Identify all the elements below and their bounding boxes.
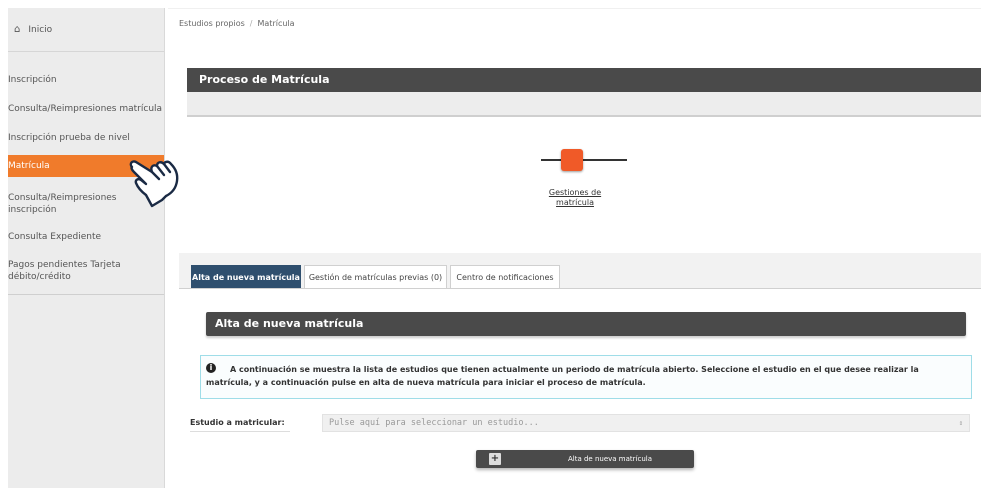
sidebar-item-label: Inscripción: [8, 75, 57, 85]
sidebar-item-label: Consulta/Reimpresiones matrícula: [8, 104, 163, 114]
select-placeholder: Pulse aquí para seleccionar un estudio..…: [329, 418, 539, 428]
plus-icon: +: [489, 453, 501, 465]
sidebar-item-inicio[interactable]: ⌂ Inicio: [8, 8, 164, 52]
process-panel-header: Proceso de Matrícula: [187, 68, 981, 92]
sidebar: ⌂ Inicio Inscripción Consulta/Reimpresio…: [8, 8, 165, 488]
select-arrows-icon: ⇕: [958, 419, 963, 427]
breadcrumb-current: Matrícula: [257, 19, 295, 28]
button-label: Alta de nueva matrícula: [568, 455, 652, 463]
sidebar-item-label: Pagos pendientes Tarjeta débito/crédito: [8, 260, 121, 282]
sidebar-item-inscripcion[interactable]: Inscripción: [8, 74, 164, 86]
sidebar-item-label: Inscripción prueba de nivel: [8, 133, 130, 143]
tab-centro-notificaciones[interactable]: Centro de notificaciones: [450, 265, 560, 290]
breadcrumb-link-estudios[interactable]: Estudios propios: [179, 19, 245, 28]
estudio-select[interactable]: Pulse aquí para seleccionar un estudio..…: [322, 414, 970, 432]
breadcrumb-separator: /: [249, 19, 253, 28]
sidebar-item-pagos-pendientes[interactable]: Pagos pendientes Tarjeta débito/crédito: [8, 259, 128, 283]
sidebar-item-consulta-matricula[interactable]: Consulta/Reimpresiones matrícula: [8, 103, 164, 115]
info-alert: i A continuación se muestra la lista de …: [200, 355, 972, 399]
step-label-gestiones[interactable]: Gestiones de matrícula: [532, 188, 618, 208]
sidebar-item-label: Inicio: [28, 24, 53, 35]
sidebar-item-label: Consulta/Reimpresiones inscripción: [8, 193, 117, 215]
info-text: A continuación se muestra la lista de es…: [206, 365, 919, 387]
page-title: Proceso de Matrícula: [199, 73, 330, 86]
home-icon: ⌂: [14, 24, 21, 35]
breadcrumb: Estudios propios / Matrícula: [179, 19, 295, 28]
top-divider: [168, 8, 981, 9]
sidebar-item-consulta-expediente[interactable]: Consulta Expediente: [8, 231, 164, 243]
form-title: Alta de nueva matrícula: [215, 317, 364, 330]
sidebar-item-consulta-inscripcion[interactable]: Consulta/Reimpresiones inscripción: [8, 192, 128, 216]
sidebar-item-prueba-nivel[interactable]: Inscripción prueba de nivel: [8, 132, 164, 144]
tab-gestion-matriculas-previas[interactable]: Gestión de matrículas previas (0): [304, 265, 447, 290]
process-panel-subbar: [187, 92, 981, 117]
sidebar-divider: [8, 294, 164, 295]
form-header: Alta de nueva matrícula: [206, 312, 966, 336]
field-label-estudio: Estudio a matricular:: [190, 418, 285, 427]
field-label-underline: [190, 431, 290, 432]
step-indicator[interactable]: [561, 149, 583, 171]
tab-alta-nueva-matricula[interactable]: Alta de nueva matrícula: [191, 265, 301, 290]
hand-pointer-icon: [129, 160, 179, 208]
progress-line: [541, 159, 627, 161]
sidebar-item-label: Consulta Expediente: [8, 232, 102, 242]
alta-nueva-matricula-button[interactable]: + Alta de nueva matrícula: [476, 450, 694, 468]
